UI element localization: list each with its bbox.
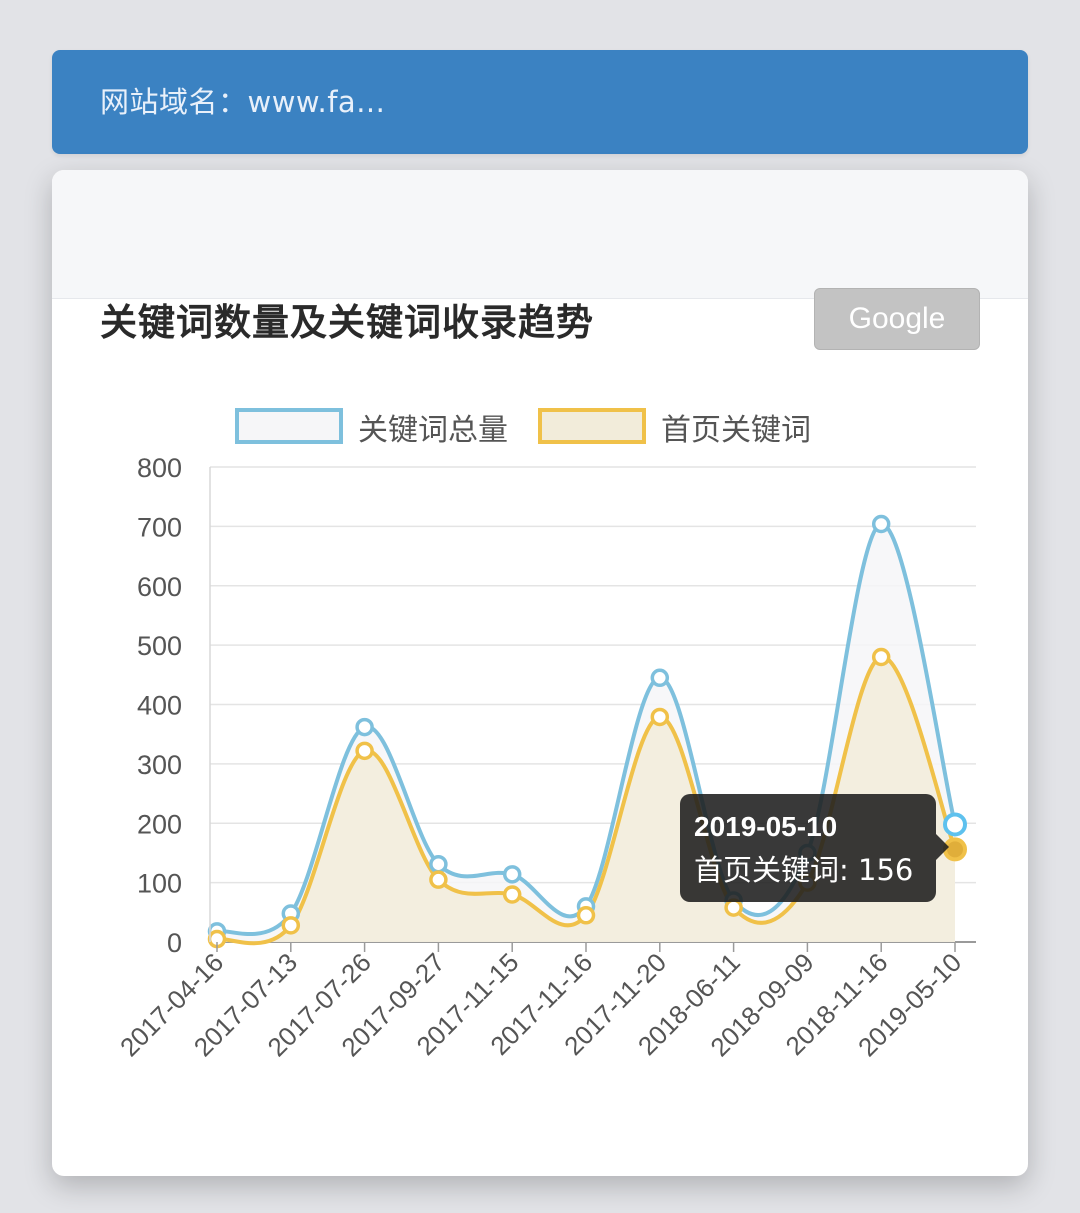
tooltip-value: 首页关键词: 156	[694, 853, 914, 887]
data-point	[943, 812, 967, 837]
y-tick-label: 400	[137, 691, 182, 721]
y-tick-label: 300	[137, 750, 182, 780]
data-point	[355, 717, 374, 737]
y-tick-label: 700	[137, 512, 182, 542]
data-point	[281, 916, 301, 935]
data-point	[650, 707, 670, 727]
legend-item[interactable]: 首页关键词	[538, 408, 811, 448]
legend-swatch	[538, 408, 646, 444]
data-point	[502, 885, 522, 904]
y-tick-label: 0	[167, 928, 182, 958]
data-point	[355, 741, 374, 761]
data-point	[429, 870, 448, 889]
data-point	[429, 854, 448, 874]
data-point	[502, 865, 522, 884]
domain-header: 网站域名：www.fa...	[52, 50, 1028, 154]
tooltip-date: 2019-05-10	[694, 811, 838, 842]
trend-chart: 01002003004005006007008002017-04-162017-…	[114, 408, 976, 1062]
chart-legend[interactable]: 关键词总量 首页关键词	[235, 408, 811, 448]
domain-label: 网站域名：www.fa...	[100, 85, 386, 119]
y-tick-label: 600	[137, 572, 182, 602]
y-tick-label: 100	[137, 869, 182, 899]
data-point	[650, 668, 670, 688]
y-tick-label: 200	[137, 809, 182, 839]
keyword-trend-card: 关键词数量及关键词收录趋势 Google 0 100 200 300 400 500 600…	[52, 170, 1028, 1176]
legend-swatch	[235, 408, 343, 444]
legend-label: 首页关键词	[661, 413, 811, 448]
data-point	[871, 647, 891, 667]
y-tick-label: 500	[137, 631, 182, 661]
legend-item[interactable]: 关键词总量	[235, 408, 508, 448]
data-point	[871, 514, 891, 534]
chart-tooltip: 2019-05-10 首页关键词: 156	[680, 794, 949, 902]
data-point	[576, 906, 596, 925]
y-tick-label: 800	[137, 453, 182, 483]
data-point	[724, 898, 743, 917]
legend-label: 关键词总量	[358, 413, 508, 448]
